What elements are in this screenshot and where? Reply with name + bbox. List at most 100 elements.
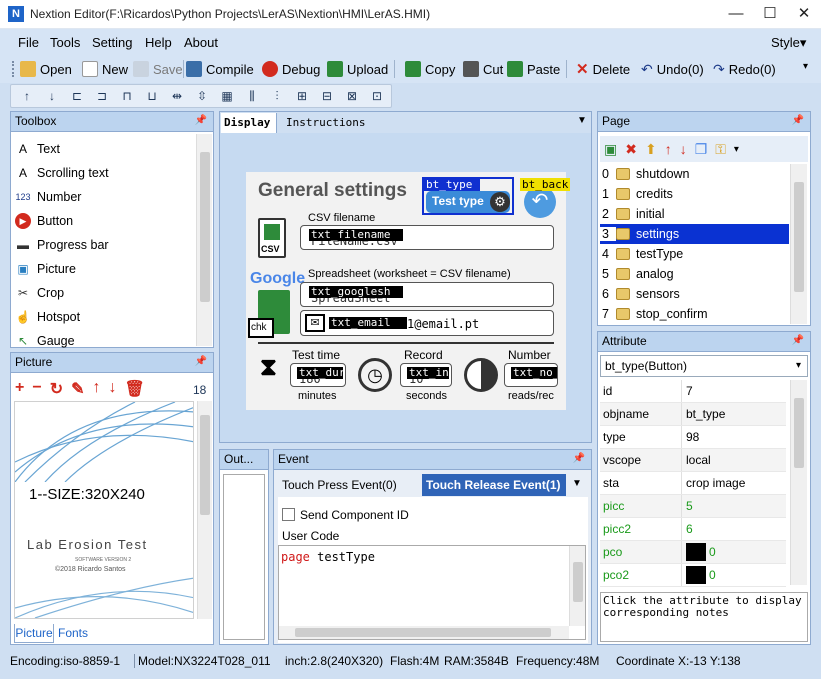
scrollbar-thumb[interactable] bbox=[200, 415, 210, 515]
attribute-row-id[interactable]: id 7 bbox=[600, 380, 786, 403]
attribute-row-type[interactable]: type 98 bbox=[600, 426, 786, 449]
tab-picture[interactable]: Picture bbox=[14, 624, 54, 643]
page-toolbar-dropdown-icon[interactable]: ▾ bbox=[734, 144, 739, 155]
pin-icon[interactable]: 📌 bbox=[573, 453, 585, 464]
code-scrollbar-v[interactable] bbox=[569, 546, 585, 626]
pin-icon[interactable]: 📌 bbox=[792, 335, 804, 346]
toolbox-item-button[interactable]: ▶ Button bbox=[15, 210, 73, 232]
scrollbar-thumb[interactable] bbox=[295, 628, 551, 637]
align-icon-10[interactable]: ⫶ bbox=[269, 89, 285, 103]
picture-preview[interactable]: 1--SIZE:320X240 Lab Erosion Test SOFTWAR… bbox=[14, 401, 194, 619]
tab-instructions[interactable]: Instructions bbox=[282, 113, 365, 133]
upload-button[interactable]: Upload bbox=[327, 58, 388, 80]
toolbox-item-gauge[interactable]: ↖ Gauge bbox=[15, 330, 75, 352]
move-down-icon[interactable]: ↓ bbox=[109, 379, 117, 399]
display-dropdown-icon[interactable]: ▼ bbox=[577, 115, 587, 126]
align-icon-5[interactable]: ⊔ bbox=[144, 89, 160, 103]
page-item-settings[interactable]: 3 settings bbox=[600, 224, 789, 244]
output-box[interactable] bbox=[223, 474, 265, 640]
copy-page-icon[interactable]: ❐ bbox=[695, 141, 708, 158]
attribute-row-picc2[interactable]: picc2 6 bbox=[600, 518, 786, 541]
scrollbar-thumb[interactable] bbox=[573, 562, 583, 602]
maximize-button[interactable]: ☐ bbox=[753, 0, 787, 28]
toolbox-item-text[interactable]: A Text bbox=[15, 138, 60, 160]
pin-icon[interactable]: 📌 bbox=[195, 356, 207, 367]
toolbar-overflow-icon[interactable]: ▾ bbox=[803, 61, 808, 72]
toolbox-item-progress-bar[interactable]: ▬ Progress bar bbox=[15, 234, 109, 256]
remove-icon[interactable]: − bbox=[32, 379, 41, 399]
attribute-row-sta[interactable]: sta crop image bbox=[600, 472, 786, 495]
pin-icon[interactable]: 📌 bbox=[195, 115, 207, 126]
scrollbar-thumb[interactable] bbox=[794, 182, 804, 292]
attribute-row-picc[interactable]: picc 5 bbox=[600, 495, 786, 518]
align-icon-12[interactable]: ⊟ bbox=[319, 89, 335, 103]
align-icon-14[interactable]: ⊡ bbox=[369, 89, 385, 103]
attribute-row-pco2[interactable]: pco2 0 bbox=[600, 564, 786, 587]
component-selector[interactable]: bt_type(Button) ▾ bbox=[600, 355, 808, 377]
move-page-down-icon[interactable]: ↓ bbox=[680, 141, 687, 157]
page-item-initial[interactable]: 2 initial bbox=[600, 204, 789, 224]
attribute-row-pco[interactable]: pco 0 bbox=[600, 541, 786, 564]
page-item-credits[interactable]: 1 credits bbox=[600, 184, 789, 204]
delete-page-icon[interactable]: ✖ bbox=[625, 141, 637, 158]
bt-back-button[interactable]: ↶ bt_back bbox=[520, 178, 571, 218]
picture-scrollbar[interactable] bbox=[197, 401, 212, 619]
tab-touch-press[interactable]: Touch Press Event(0) bbox=[278, 475, 418, 495]
align-icon-9[interactable]: ⫼ bbox=[244, 89, 260, 103]
redo-button[interactable]: ↷ Redo(0) bbox=[713, 58, 776, 80]
toolbox-item-scrolling-text[interactable]: A Scrolling text bbox=[15, 162, 109, 184]
move-up-icon[interactable]: ↑ bbox=[93, 379, 101, 399]
add-icon[interactable]: + bbox=[15, 379, 24, 399]
txt-inter-field[interactable]: 10 txt_inter bbox=[400, 363, 452, 387]
align-icon-13[interactable]: ⊠ bbox=[344, 89, 360, 103]
compile-button[interactable]: Compile bbox=[186, 58, 254, 80]
menu-style[interactable]: Style▾ bbox=[771, 35, 806, 51]
txt-email-field[interactable]: ✉ txt_email 1@email.pt bbox=[300, 310, 554, 336]
edit-icon[interactable]: ✎ bbox=[71, 379, 84, 399]
toolbox-item-picture[interactable]: ▣ Picture bbox=[15, 258, 76, 280]
page-item-stop_confirm[interactable]: 7 stop_confirm bbox=[600, 304, 789, 324]
align-icon-1[interactable]: ↓ bbox=[44, 89, 60, 103]
close-button[interactable]: ✕ bbox=[787, 0, 821, 28]
txt-googlesh-field[interactable]: SpreadSheet txt_googlesh bbox=[300, 282, 554, 307]
menu-help[interactable]: Help bbox=[145, 35, 172, 50]
page-scrollbar[interactable] bbox=[790, 164, 807, 324]
toolbox-item-number[interactable]: 123 Number bbox=[15, 186, 81, 208]
toolbox-item-hotspot[interactable]: ☝ Hotspot bbox=[15, 306, 81, 328]
minimize-button[interactable]: — bbox=[719, 0, 753, 28]
attribute-row-objname[interactable]: objname bt_type bbox=[600, 403, 786, 426]
page-settings-icon[interactable]: ⚿ bbox=[715, 141, 726, 158]
txt-filename-field[interactable]: FileName.csv txt_filename bbox=[300, 225, 554, 250]
open-button[interactable]: Open bbox=[20, 58, 72, 80]
align-icon-8[interactable]: ▦ bbox=[219, 89, 235, 103]
align-icon-11[interactable]: ⊞ bbox=[294, 89, 310, 103]
attribute-row-vscope[interactable]: vscope local bbox=[600, 449, 786, 472]
toolbox-item-crop[interactable]: ✂ Crop bbox=[15, 282, 64, 304]
align-icon-4[interactable]: ⊓ bbox=[119, 89, 135, 103]
align-icon-6[interactable]: ⇹ bbox=[169, 89, 185, 103]
save-button[interactable]: Save bbox=[133, 58, 183, 80]
attribute-scrollbar[interactable] bbox=[790, 380, 807, 585]
new-button[interactable]: New bbox=[82, 58, 128, 80]
tab-touch-release[interactable]: Touch Release Event(1) bbox=[422, 474, 566, 496]
replace-icon[interactable]: ↻ bbox=[50, 379, 63, 399]
send-component-id-checkbox[interactable] bbox=[282, 508, 295, 521]
debug-button[interactable]: Debug bbox=[262, 58, 320, 80]
import-page-icon[interactable]: ⬆ bbox=[645, 141, 657, 158]
menu-file[interactable]: File bbox=[18, 35, 39, 50]
copy-button[interactable]: Copy bbox=[405, 58, 455, 80]
txt-durat-field[interactable]: 180 txt_durat bbox=[290, 363, 346, 387]
delete-button[interactable]: ✕ Delete bbox=[576, 58, 630, 80]
menu-tools[interactable]: Tools bbox=[50, 35, 80, 50]
event-dropdown-icon[interactable]: ▼ bbox=[572, 478, 582, 489]
bt-type-button[interactable]: Test type ⚙ bt_type bbox=[422, 177, 514, 215]
move-page-up-icon[interactable]: ↑ bbox=[665, 141, 672, 157]
align-icon-3[interactable]: ⊐ bbox=[94, 89, 110, 103]
pin-icon[interactable]: 📌 bbox=[792, 115, 804, 126]
align-icon-0[interactable]: ↑ bbox=[19, 89, 35, 103]
paste-button[interactable]: Paste bbox=[507, 58, 560, 80]
tab-display[interactable]: Display bbox=[221, 113, 277, 133]
align-icon-7[interactable]: ⇳ bbox=[194, 89, 210, 103]
menu-setting[interactable]: Setting bbox=[92, 35, 132, 50]
scrollbar-thumb[interactable] bbox=[794, 398, 804, 468]
